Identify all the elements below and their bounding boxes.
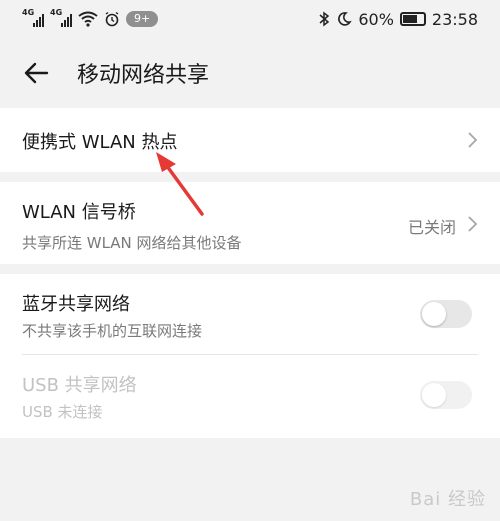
list-item-portable-hotspot[interactable]: 便携式 WLAN 热点 xyxy=(0,108,500,172)
settings-card-hotspot: 便携式 WLAN 热点 xyxy=(0,108,500,172)
list-item-subtitle: USB 未连接 xyxy=(22,403,103,421)
chevron-right-icon xyxy=(468,132,478,148)
watermark-logo: Bai 经验 xyxy=(409,489,486,510)
list-item-wlan-bridge[interactable]: WLAN 信号桥 共享所连 WLAN 网络给其他设备 已关闭 xyxy=(0,182,500,264)
usb-tethering-toggle xyxy=(420,381,472,409)
settings-card-tethering: 蓝牙共享网络 不共享该手机的互联网连接 USB 共享网络 USB 未连接 xyxy=(0,274,500,438)
page-title: 移动网络共享 xyxy=(77,63,210,88)
clock-time: 23:58 xyxy=(431,9,478,29)
battery-percent: 60% xyxy=(358,9,394,29)
app-header: 移动网络共享 xyxy=(0,38,500,108)
back-arrow-icon[interactable] xyxy=(22,59,50,87)
status-bar: 4G 4G 9+ 60% 23:58 xyxy=(0,0,500,38)
bluetooth-icon xyxy=(319,11,330,27)
list-item-label: USB 共享网络 xyxy=(22,375,137,396)
settings-card-wlan-bridge: WLAN 信号桥 共享所连 WLAN 网络给其他设备 已关闭 xyxy=(0,182,500,264)
toggle-knob xyxy=(422,383,446,407)
chevron-right-icon xyxy=(468,216,478,232)
notification-badge: 9+ xyxy=(126,11,159,27)
toggle-knob xyxy=(422,302,446,326)
signal-icon-2: 4G xyxy=(50,8,72,27)
alarm-clock-icon xyxy=(105,11,119,27)
battery-icon xyxy=(399,12,426,26)
list-item-usb-tethering: USB 共享网络 USB 未连接 xyxy=(0,355,500,438)
moon-icon xyxy=(338,12,353,26)
status-left: 4G 4G 9+ xyxy=(22,8,159,27)
list-item-subtitle: 不共享该手机的互联网连接 xyxy=(22,322,203,340)
list-item-subtitle: 共享所连 WLAN 网络给其他设备 xyxy=(22,234,242,252)
list-item-bluetooth-tethering[interactable]: 蓝牙共享网络 不共享该手机的互联网连接 xyxy=(0,274,500,354)
annotation-arrow-icon xyxy=(156,152,204,216)
bluetooth-tethering-toggle[interactable] xyxy=(420,300,472,328)
status-right: 60% 23:58 xyxy=(318,10,478,29)
list-item-label: 蓝牙共享网络 xyxy=(22,294,130,315)
wifi-icon xyxy=(78,11,98,27)
status-value: 已关闭 xyxy=(407,218,456,237)
signal-icon: 4G xyxy=(22,8,44,27)
list-item-label: WLAN 信号桥 xyxy=(22,202,136,223)
